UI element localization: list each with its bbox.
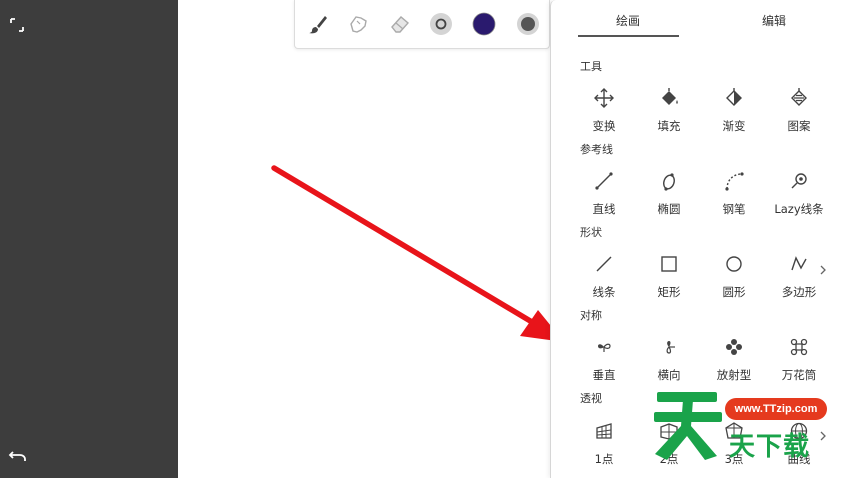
tool-label: 2点 — [659, 452, 679, 466]
fill-bucket-icon — [662, 88, 678, 105]
app-root: 绘画 编辑 工具 变换 填充 渐变 图案 参考线 直线 椭圆 钢笔 Lazy线条… — [0, 0, 842, 478]
tool-label: 3点 — [724, 452, 744, 466]
tool-label: Lazy线条 — [774, 202, 824, 216]
tool-label: 图案 — [787, 119, 811, 133]
move-icon — [594, 88, 614, 108]
smudge-icon[interactable] — [347, 12, 371, 36]
color-picker-icon[interactable] — [472, 12, 496, 36]
tab-edit[interactable]: 编辑 — [724, 12, 824, 29]
line-guide-icon — [595, 172, 613, 190]
tool-label: 横向 — [657, 368, 681, 382]
left-side-bar — [0, 0, 178, 478]
tool-label: 填充 — [657, 119, 681, 133]
panel-tabs: 绘画 编辑 — [551, 0, 842, 42]
tool-fill[interactable]: 填充 — [636, 84, 702, 144]
horizontal-symmetry-icon — [666, 341, 675, 354]
section-title-symmetry: 对称 — [580, 309, 602, 322]
polygon-icon — [791, 256, 807, 271]
tool-label: 线条 — [592, 285, 616, 299]
tool-rectangle[interactable]: 矩形 — [636, 250, 702, 310]
tool-perspective-3[interactable]: 3点 — [701, 417, 767, 477]
brush-size-small-icon[interactable] — [429, 12, 453, 36]
rectangle-icon — [661, 256, 677, 272]
brush-icon[interactable] — [306, 12, 330, 36]
brush-opacity-icon[interactable] — [516, 12, 540, 36]
tool-label: 多边形 — [781, 285, 817, 299]
tool-label: 放射型 — [716, 368, 752, 382]
tool-label: 钢笔 — [722, 202, 746, 216]
line-shape-icon — [596, 256, 612, 272]
tool-transform[interactable]: 变换 — [571, 84, 637, 144]
perspective-3-icon — [725, 422, 743, 439]
tool-line-shape[interactable]: 线条 — [571, 250, 637, 310]
chevron-right-icon[interactable] — [818, 264, 828, 276]
pen-curve-icon — [725, 172, 744, 191]
ellipse-guide-icon — [663, 173, 675, 191]
tool-polygon[interactable]: 多边形 — [766, 250, 832, 310]
tool-label: 曲线 — [787, 452, 811, 466]
radial-symmetry-icon — [726, 339, 742, 355]
tool-label: 垂直 — [592, 368, 616, 382]
perspective-2-icon — [660, 423, 678, 440]
tool-gradient[interactable]: 渐变 — [701, 84, 767, 144]
section-title-perspective: 透视 — [580, 392, 602, 405]
tool-line-guide[interactable]: 直线 — [571, 167, 637, 227]
tool-label: 椭圆 — [657, 202, 681, 216]
pattern-icon — [791, 88, 807, 106]
chevron-right-icon[interactable] — [818, 430, 828, 442]
lazy-line-icon — [791, 173, 807, 189]
section-title-shapes: 形状 — [580, 226, 602, 239]
perspective-1-icon — [596, 423, 612, 439]
kaleidoscope-icon — [790, 338, 808, 356]
tool-label: 1点 — [594, 452, 614, 466]
tool-label: 直线 — [592, 202, 616, 216]
gradient-icon — [726, 88, 742, 106]
tool-circle[interactable]: 圆形 — [701, 250, 767, 310]
curve-perspective-icon — [790, 422, 808, 440]
undo-icon[interactable] — [7, 446, 29, 466]
vertical-symmetry-icon — [598, 343, 611, 352]
circle-icon — [726, 256, 742, 272]
eraser-icon[interactable] — [388, 12, 412, 36]
section-title-guides: 参考线 — [580, 143, 613, 156]
active-tab-indicator — [578, 35, 679, 37]
tool-curve-perspective[interactable]: 曲线 — [766, 417, 832, 477]
tool-lazy-line[interactable]: Lazy线条 — [766, 167, 832, 227]
tab-draw[interactable]: 绘画 — [578, 12, 678, 29]
tools-panel: 绘画 编辑 工具 变换 填充 渐变 图案 参考线 直线 椭圆 钢笔 Lazy线条… — [550, 0, 842, 478]
tool-perspective-2[interactable]: 2点 — [636, 417, 702, 477]
tool-vertical-symmetry[interactable]: 垂直 — [571, 333, 637, 393]
brush-toolbar — [294, 0, 550, 49]
tool-pen-curve[interactable]: 钢笔 — [701, 167, 767, 227]
tool-radial-symmetry[interactable]: 放射型 — [701, 333, 767, 393]
tool-label: 变换 — [592, 119, 616, 133]
tool-horizontal-symmetry[interactable]: 横向 — [636, 333, 702, 393]
tool-label: 渐变 — [722, 119, 746, 133]
tool-ellipse-guide[interactable]: 椭圆 — [636, 167, 702, 227]
section-title-tools: 工具 — [580, 60, 602, 73]
tool-label: 圆形 — [722, 285, 746, 299]
tool-kaleidoscope[interactable]: 万花筒 — [766, 333, 832, 393]
tool-perspective-1[interactable]: 1点 — [571, 417, 637, 477]
tool-label: 万花筒 — [781, 368, 817, 382]
tool-pattern[interactable]: 图案 — [766, 84, 832, 144]
fullscreen-icon[interactable] — [8, 16, 26, 34]
tool-label: 矩形 — [657, 285, 681, 299]
